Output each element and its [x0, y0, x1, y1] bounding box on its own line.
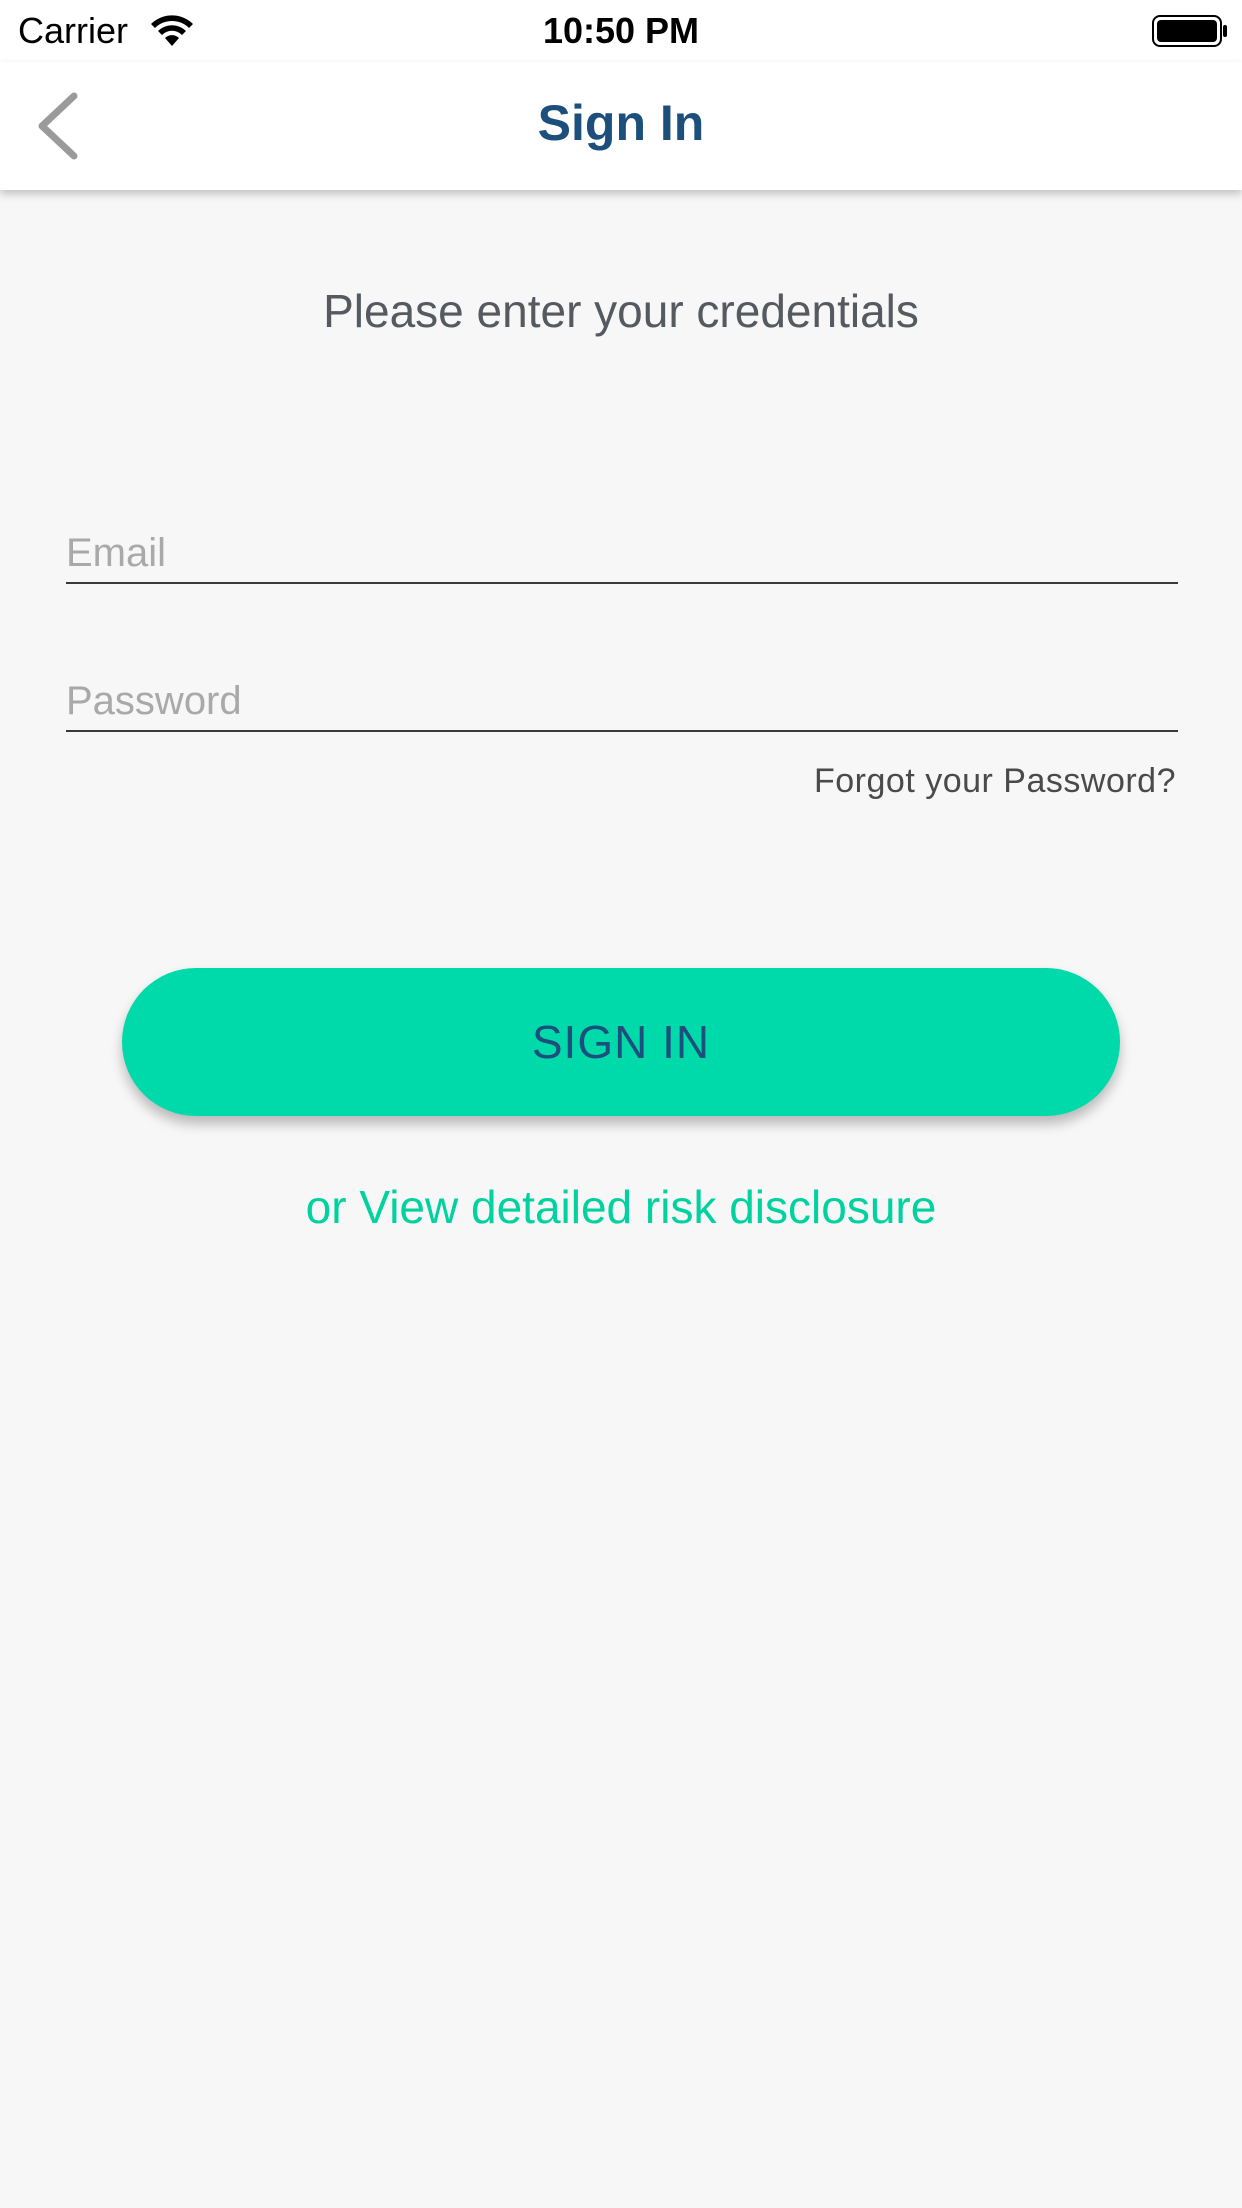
- sign-in-button-label: SIGN IN: [531, 1016, 711, 1068]
- password-input[interactable]: [66, 679, 1178, 724]
- sign-in-button[interactable]: SIGN IN: [122, 968, 1120, 1116]
- navigation-bar: Sign In: [0, 62, 1242, 190]
- password-field: [66, 660, 1178, 732]
- credentials-prompt: Please enter your credentials: [323, 285, 919, 337]
- status-bar: Carrier 10:50 PM: [0, 0, 1242, 62]
- email-input[interactable]: [66, 531, 1178, 576]
- sign-in-screen: Carrier 10:50 PM Sign In Please enter yo…: [0, 0, 1242, 2208]
- risk-disclosure-link[interactable]: or View detailed risk disclosure: [0, 1180, 1242, 1234]
- battery-icon: [1152, 15, 1227, 47]
- forgot-password-link[interactable]: Forgot your Password?: [814, 762, 1176, 801]
- status-time: 10:50 PM: [542, 10, 700, 51]
- email-field: [66, 512, 1178, 584]
- page-title: Sign In: [537, 95, 705, 151]
